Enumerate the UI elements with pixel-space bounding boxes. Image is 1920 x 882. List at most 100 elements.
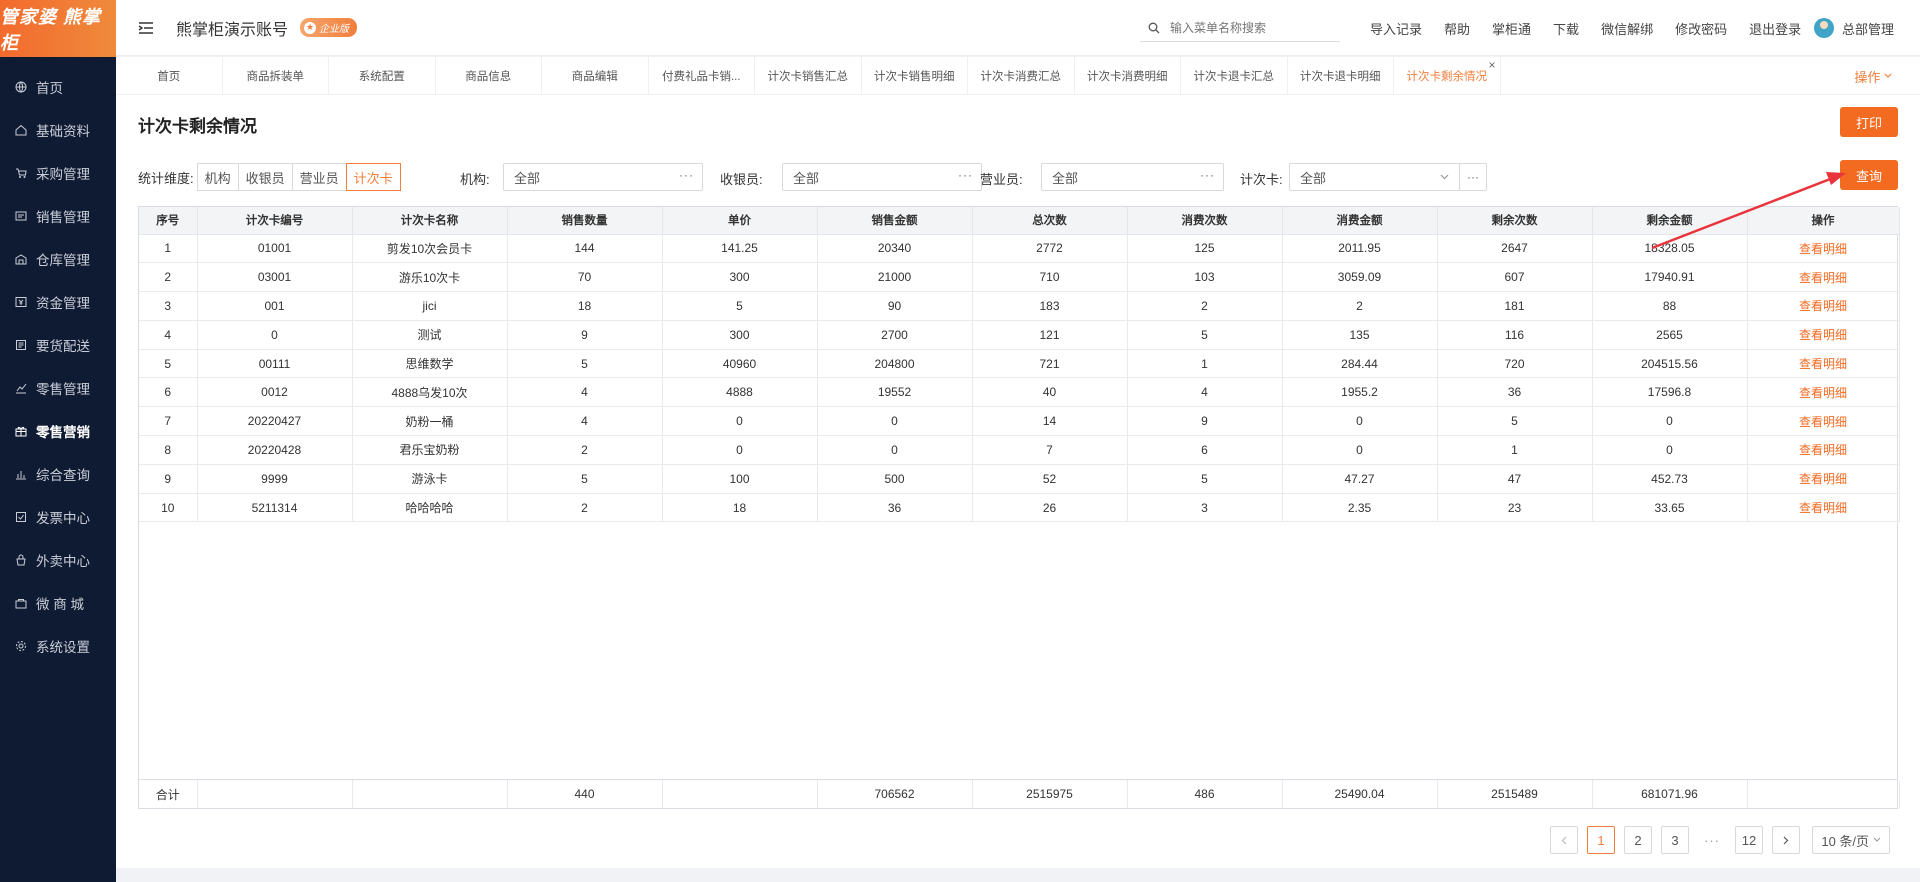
- dimension-option-1[interactable]: 收银员: [237, 163, 293, 191]
- sidebar-item-1[interactable]: 基础资料: [0, 108, 116, 151]
- tab-12[interactable]: 计次卡剩余情况 ×: [1394, 57, 1501, 94]
- tab-11[interactable]: 计次卡退卡明细: [1288, 57, 1394, 94]
- sidebar-item-8[interactable]: 零售营销: [0, 409, 116, 452]
- total-cell: 25490.04: [1282, 780, 1438, 808]
- star-icon: ★: [304, 21, 317, 34]
- sidebar-item-5[interactable]: 资金管理: [0, 280, 116, 323]
- tab-0[interactable]: 首页: [116, 57, 223, 94]
- tab-4[interactable]: 商品编辑: [542, 57, 649, 94]
- column-header: 消费次数: [1127, 207, 1283, 235]
- sidebar-item-12[interactable]: 微 商 城: [0, 581, 116, 624]
- view-detail-link[interactable]: 查看明细: [1747, 464, 1900, 494]
- tab-7[interactable]: 计次卡销售明细: [862, 57, 968, 94]
- table-cell: 剪发10次会员卡: [352, 234, 508, 264]
- table-cell: 0012: [197, 377, 353, 408]
- sidebar-item-label: 综合查询: [36, 467, 90, 483]
- table-cell: 17596.8: [1592, 377, 1748, 408]
- view-detail-link[interactable]: 查看明细: [1747, 262, 1900, 293]
- search-icon: [1148, 22, 1160, 33]
- table-cell: 1: [139, 234, 198, 264]
- tab-8[interactable]: 计次卡消费汇总: [968, 57, 1075, 94]
- sidebar-item-13[interactable]: 系统设置: [0, 624, 116, 667]
- sidebar-item-3[interactable]: 销售管理: [0, 194, 116, 237]
- page-ellipsis[interactable]: ···: [1698, 826, 1726, 854]
- avatar[interactable]: [1813, 18, 1834, 38]
- dimension-option-3[interactable]: 计次卡: [345, 163, 401, 191]
- org-select[interactable]: 全部 ···: [503, 163, 703, 191]
- search-input[interactable]: [1170, 20, 1330, 35]
- view-detail-link[interactable]: 查看明细: [1747, 349, 1900, 379]
- card-select[interactable]: 全部: [1289, 163, 1460, 191]
- view-detail-link[interactable]: 查看明细: [1747, 291, 1900, 321]
- close-icon[interactable]: ×: [1488, 59, 1495, 71]
- header-link-5[interactable]: 修改密码: [1675, 19, 1727, 38]
- sidebar-item-9[interactable]: 综合查询: [0, 452, 116, 495]
- tab-9[interactable]: 计次卡消费明细: [1075, 57, 1181, 94]
- view-detail-link[interactable]: 查看明细: [1747, 320, 1900, 350]
- page-12-button[interactable]: 12: [1735, 826, 1763, 854]
- table-cell: 5: [1127, 320, 1283, 350]
- page-size-select[interactable]: 10 条/页: [1812, 826, 1890, 854]
- sidebar-item-2[interactable]: 采购管理: [0, 151, 116, 194]
- chart-icon: [14, 381, 28, 395]
- table-cell: 奶粉一桶: [352, 406, 508, 437]
- tab-5[interactable]: 付费礼品卡销...: [649, 57, 755, 94]
- table-cell: 88: [1592, 291, 1748, 321]
- user-name[interactable]: 总部管理: [1842, 19, 1894, 38]
- table-cell: 47.27: [1282, 464, 1438, 494]
- dimension-option-2[interactable]: 营业员: [291, 163, 347, 191]
- sidebar-item-6[interactable]: 要货配送: [0, 323, 116, 366]
- tab-ops-button[interactable]: 操作: [1854, 57, 1892, 95]
- tab-6[interactable]: 计次卡销售汇总: [755, 57, 862, 94]
- sidebar-item-7[interactable]: 零售管理: [0, 366, 116, 409]
- card-more-button[interactable]: ···: [1459, 163, 1487, 191]
- header-link-3[interactable]: 下载: [1553, 19, 1579, 38]
- table-cell: 500: [817, 464, 973, 494]
- next-page-button[interactable]: [1772, 826, 1800, 854]
- table-row: 4 0 测试 9 300 2700 121 5 135 116 2565 查看明细: [139, 320, 1900, 350]
- view-detail-link[interactable]: 查看明细: [1747, 377, 1900, 408]
- view-detail-link[interactable]: 查看明细: [1747, 435, 1900, 465]
- header-link-1[interactable]: 帮助: [1444, 19, 1470, 38]
- table-cell: 2772: [972, 234, 1128, 264]
- sidebar-item-label: 采购管理: [36, 166, 90, 182]
- sidebar-item-label: 发票中心: [36, 510, 90, 526]
- table-cell: 4888乌发10次: [352, 377, 508, 408]
- query-button[interactable]: 查询: [1840, 160, 1898, 190]
- page-3-button[interactable]: 3: [1661, 826, 1689, 854]
- page-title: 计次卡剩余情况: [138, 117, 257, 136]
- page-2-button[interactable]: 2: [1624, 826, 1652, 854]
- user-menu[interactable]: 总部管理: [1813, 0, 1894, 56]
- header-link-0[interactable]: 导入记录: [1370, 19, 1422, 38]
- globe-icon: [14, 80, 28, 94]
- view-detail-link[interactable]: 查看明细: [1747, 234, 1900, 264]
- table-cell: 204515.56: [1592, 349, 1748, 379]
- dimension-option-0[interactable]: 机构: [196, 163, 239, 191]
- top-header: 熊掌柜演示账号 ★企业版 导入记录 帮助 掌柜通 下载 微信解绑 修改密码 退出登录 总部管…: [116, 0, 1920, 56]
- table-cell: 001: [197, 291, 353, 321]
- tab-2[interactable]: 系统配置: [329, 57, 436, 94]
- sidebar-item-10[interactable]: 发票中心: [0, 495, 116, 538]
- tab-1[interactable]: 商品拆装单: [223, 57, 329, 94]
- table-cell: 720: [1437, 349, 1593, 379]
- menu-toggle-icon[interactable]: [138, 21, 156, 35]
- table-row: 9 9999 游泳卡 5 100 500 52 5 47.27 47 452.73 查看明细: [139, 464, 1900, 494]
- sidebar-item-4[interactable]: 仓库管理: [0, 237, 116, 280]
- header-link-2[interactable]: 掌柜通: [1492, 19, 1531, 38]
- tab-3[interactable]: 商品信息: [436, 57, 542, 94]
- sidebar-item-0[interactable]: 首页: [0, 65, 116, 108]
- print-button[interactable]: 打印: [1840, 107, 1898, 137]
- view-detail-link[interactable]: 查看明细: [1747, 406, 1900, 437]
- header-link-6[interactable]: 退出登录: [1749, 19, 1801, 38]
- salesperson-select[interactable]: 全部 ···: [1041, 163, 1224, 191]
- app-logo[interactable]: 管家婆 熊掌柜: [0, 0, 116, 57]
- sidebar-item-11[interactable]: 外卖中心: [0, 538, 116, 581]
- page-1-button[interactable]: 1: [1587, 826, 1615, 854]
- view-detail-link[interactable]: 查看明细: [1747, 493, 1900, 523]
- menu-search[interactable]: [1140, 14, 1340, 42]
- tab-10[interactable]: 计次卡退卡汇总: [1181, 57, 1288, 94]
- prev-page-button[interactable]: [1550, 826, 1578, 854]
- table-cell: 4888: [662, 377, 818, 408]
- header-link-4[interactable]: 微信解绑: [1601, 19, 1653, 38]
- cashier-select[interactable]: 全部 ···: [782, 163, 982, 191]
